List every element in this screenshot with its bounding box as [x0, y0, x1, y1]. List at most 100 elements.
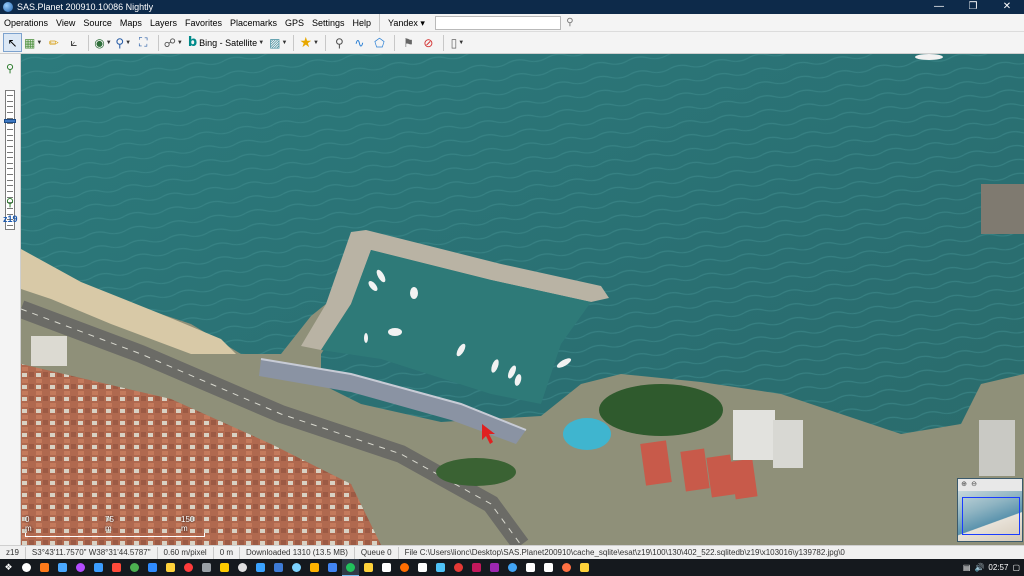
taskbar-app-icon [184, 563, 193, 572]
taskbar-app-button[interactable] [360, 559, 377, 576]
minimap[interactable]: ⊕ ⊖ [957, 478, 1023, 542]
menu-favorites[interactable]: Favorites [181, 14, 226, 32]
add-placemark-button[interactable]: ⚲ [330, 33, 349, 52]
taskbar-app-button[interactable] [432, 559, 449, 576]
taskbar-app-button[interactable] [504, 559, 521, 576]
taskbar-app-button[interactable] [414, 559, 431, 576]
taskbar-app-button[interactable] [378, 559, 395, 576]
taskbar-app-icon [400, 563, 409, 572]
map-view[interactable]: 0 m 75 m 150 m ⊕ ⊖ [21, 54, 1024, 545]
minimap-view[interactable] [958, 491, 1022, 541]
calc-distance-button[interactable]: ⟀ [64, 33, 83, 52]
zoom-in-button[interactable]: ⚲ [3, 62, 17, 76]
taskbar-app-button[interactable] [54, 559, 71, 576]
taskbar-app-icon [238, 563, 247, 572]
start-button[interactable]: ❖ [0, 559, 17, 576]
menu-view[interactable]: View [52, 14, 79, 32]
notifications-icon[interactable]: ▢ [1012, 563, 1020, 572]
close-button[interactable]: ✕ [990, 0, 1024, 14]
taskbar-app-icon [436, 563, 445, 572]
taskbar-app-button[interactable] [576, 559, 593, 576]
dropdown-arrow-icon: ▼ [125, 39, 132, 46]
minimap-zoom-in-icon[interactable]: ⊕ [960, 481, 968, 489]
zoom-slider-tick [7, 95, 13, 96]
window-title: SAS.Planet 200910.10086 Nightly [17, 2, 154, 12]
taskbar-app-icon [418, 563, 427, 572]
taskbar-app-icon [292, 563, 301, 572]
taskbar-app-icon [346, 562, 355, 572]
taskbar-app-button[interactable] [126, 559, 143, 576]
menu-source[interactable]: Source [79, 14, 116, 32]
boat [388, 328, 402, 336]
search-input[interactable] [434, 15, 561, 30]
layers-icon: ▨ [269, 35, 281, 50]
magnifier-icon[interactable]: ⚲ [564, 17, 576, 29]
taskbar-app-button[interactable] [450, 559, 467, 576]
add-path-button[interactable]: ∿ [350, 33, 369, 52]
title-bar: SAS.Planet 200910.10086 Nightly — ❐ ✕ [0, 0, 1024, 14]
minimize-button[interactable]: — [922, 0, 956, 14]
fullscreen-button[interactable]: ⛶ [134, 33, 153, 52]
taskbar-app-button[interactable] [144, 559, 161, 576]
taskbar-app-button[interactable] [72, 559, 89, 576]
zoom-out-button[interactable]: ⚲ [3, 196, 17, 210]
gps-button[interactable]: ▯ ▼ [448, 33, 467, 52]
taskbar-app-button[interactable] [306, 559, 323, 576]
minimap-zoom-out-icon[interactable]: ⊖ [970, 481, 978, 489]
pier [981, 184, 1024, 234]
maximize-button[interactable]: ❐ [956, 0, 990, 14]
taskbar-app-button[interactable] [522, 559, 539, 576]
pointer-tool-button[interactable]: ↖ [3, 33, 22, 52]
menu-layers[interactable]: Layers [146, 14, 181, 32]
taskbar-app-button[interactable] [180, 559, 197, 576]
menu-operations[interactable]: Operations [0, 14, 52, 32]
hide-placemarks-button[interactable]: ⊘ [419, 33, 438, 52]
minimap-viewport-frame[interactable] [962, 497, 1020, 535]
ruler-tool-button[interactable]: ✏ [44, 33, 63, 52]
search-provider-dropdown[interactable]: Yandex ▾ [379, 13, 429, 32]
taskbar-app-icon [382, 563, 391, 572]
map-source-dropdown[interactable]: b Bing - Satellite ▼ [185, 33, 267, 52]
taskbar-app-button[interactable] [288, 559, 305, 576]
taskbar-app-button[interactable] [18, 559, 35, 576]
taskbar-app-button[interactable] [270, 559, 287, 576]
taskbar-app-button[interactable] [540, 559, 557, 576]
volume-icon[interactable]: 🔊 [974, 563, 984, 572]
taskbar-app-button[interactable] [216, 559, 233, 576]
selection-tool-button[interactable]: ▦ ▼ [23, 33, 43, 52]
taskbar-app-icon [76, 563, 85, 572]
taskbar-app-button[interactable] [234, 559, 251, 576]
menu-placemarks[interactable]: Placemarks [226, 14, 281, 32]
globe-button[interactable]: ◉ ▼ [93, 33, 112, 52]
toolbar-separator [442, 34, 444, 51]
add-polygon-button[interactable]: ⬠ [370, 33, 389, 52]
taskbar-app-button[interactable] [198, 559, 215, 576]
taskbar-app-button[interactable] [324, 559, 341, 576]
network-icon[interactable]: ▤ [963, 563, 971, 572]
taskbar-app-button[interactable] [162, 559, 179, 576]
taskbar-app-button[interactable] [90, 559, 107, 576]
zoom-search-button[interactable]: ⚲ ▼ [114, 33, 133, 52]
placemarks-manager-button[interactable]: ⚑ [399, 33, 418, 52]
toolbar-separator [88, 34, 90, 51]
layers-button[interactable]: ▨ ▼ [268, 33, 288, 52]
globe-icon: ◉ [94, 35, 105, 50]
taskbar-app-button[interactable] [486, 559, 503, 576]
taskbar-app-button[interactable] [108, 559, 125, 576]
taskbar-app-button[interactable] [252, 559, 269, 576]
favorites-button[interactable]: ★ ▼ [298, 33, 320, 52]
taskbar-app-button[interactable] [558, 559, 575, 576]
taskbar-app-button[interactable] [468, 559, 485, 576]
menu-settings[interactable]: Settings [308, 14, 349, 32]
menu-help[interactable]: Help [349, 14, 376, 32]
taskbar-app-button[interactable] [396, 559, 413, 576]
sasplanet-app-icon [3, 2, 13, 12]
zoom-slider-tick [7, 123, 13, 125]
menu-maps[interactable]: Maps [116, 14, 146, 32]
satellite-sources-button[interactable]: ☍ ▼ [163, 33, 184, 52]
taskbar-app-button[interactable] [342, 559, 359, 576]
path-icon: ∿ [354, 35, 365, 50]
taskbar-app-button[interactable] [36, 559, 53, 576]
menu-gps[interactable]: GPS [281, 14, 308, 32]
clock[interactable]: 02:57 [988, 563, 1008, 572]
